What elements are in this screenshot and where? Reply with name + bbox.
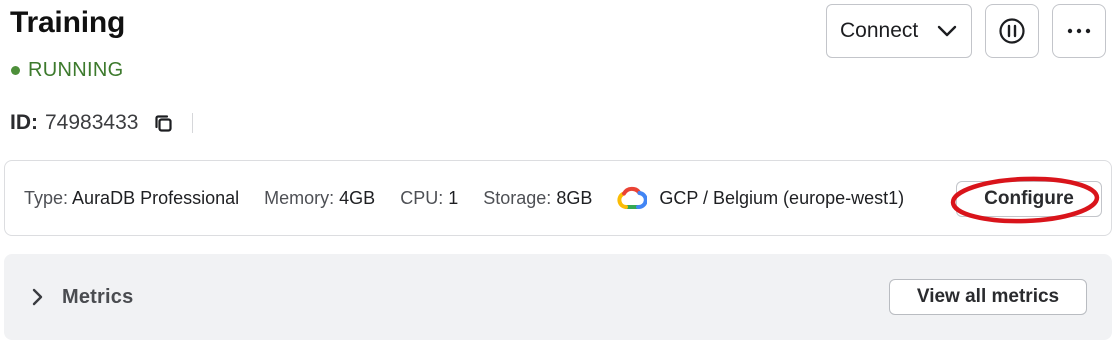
more-options-button[interactable]	[1052, 4, 1106, 58]
metrics-label: Metrics	[62, 285, 134, 308]
connect-label: Connect	[840, 19, 919, 42]
pause-circle-icon	[999, 18, 1025, 44]
connect-button[interactable]: Connect	[826, 4, 972, 58]
metrics-panel: Metrics View all metrics	[4, 254, 1112, 340]
instance-title: Training	[10, 6, 126, 39]
view-all-metrics-button[interactable]: View all metrics	[889, 279, 1087, 315]
status-text: RUNNING	[28, 59, 124, 81]
region-spec: GCP / Belgium (europe-west1)	[617, 186, 904, 210]
cpu-label: CPU:	[400, 187, 444, 208]
region-value: GCP / Belgium (europe-west1)	[659, 187, 905, 208]
cpu-spec: CPU: 1	[400, 188, 458, 209]
copy-icon	[155, 114, 172, 132]
instance-id-row: ID: 74983433	[10, 111, 194, 135]
memory-value: 4GB	[339, 187, 376, 208]
storage-label: Storage:	[483, 187, 552, 208]
divider	[192, 113, 194, 133]
storage-spec: Storage: 8GB	[483, 188, 592, 209]
configure-button[interactable]: Configure	[956, 181, 1102, 217]
id-value: 74983433	[45, 111, 139, 134]
chevron-down-icon	[937, 25, 957, 37]
pause-button[interactable]	[985, 4, 1039, 58]
storage-value: 8GB	[556, 187, 593, 208]
chevron-right-icon	[32, 288, 43, 306]
google-cloud-icon	[617, 186, 648, 210]
instance-specs: Type: AuraDB Professional Memory: 4GB CP…	[24, 161, 904, 235]
cpu-value: 1	[448, 187, 459, 208]
memory-spec: Memory: 4GB	[264, 188, 375, 209]
metrics-expand-toggle[interactable]: Metrics	[32, 254, 133, 340]
instance-actions: Connect	[826, 4, 1106, 58]
id-label: ID:	[10, 111, 38, 134]
status-indicator: RUNNING	[11, 59, 123, 82]
more-horizontal-icon	[1067, 28, 1091, 34]
type-label: Type:	[24, 187, 69, 208]
instance-details-card: Type: AuraDB Professional Memory: 4GB CP…	[4, 160, 1112, 236]
type-value: AuraDB Professional	[72, 187, 240, 208]
type-spec: Type: AuraDB Professional	[24, 188, 239, 209]
copy-id-button[interactable]	[152, 112, 174, 134]
status-dot-icon	[11, 66, 20, 75]
memory-label: Memory:	[264, 187, 335, 208]
